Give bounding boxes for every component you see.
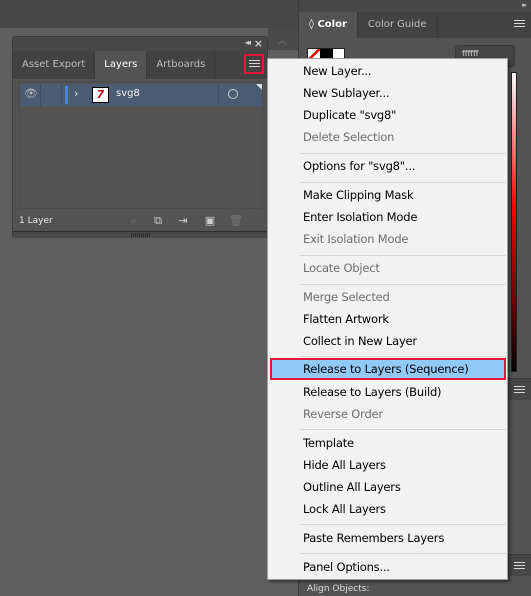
create-sublayer-icon[interactable]: ⇥ <box>176 214 190 228</box>
menu-separator <box>300 255 506 256</box>
menu-separator <box>300 429 506 430</box>
hamburger-menu-icon[interactable] <box>514 20 525 29</box>
panel-header: ▸▸ <box>299 0 531 12</box>
layers-list: 👁 › 7 svg8 <box>19 81 263 209</box>
menu-item-lock-all-layers[interactable]: Lock All Layers <box>268 498 507 520</box>
hamburger-menu-icon[interactable] <box>514 386 525 395</box>
panel-dock-collapse[interactable]: ︿ <box>268 28 298 50</box>
menu-separator <box>300 153 506 154</box>
top-bar <box>0 0 300 28</box>
menu-item-new-sublayer[interactable]: New Sublayer... <box>268 82 507 104</box>
menu-item-new-layer[interactable]: New Layer... <box>268 60 507 82</box>
layers-panel-menu: New Layer... New Sublayer... Duplicate "… <box>267 58 508 580</box>
make-clipping-mask-icon[interactable]: ⧉ <box>151 214 165 228</box>
menu-separator <box>300 284 506 285</box>
eye-icon[interactable]: 👁 <box>24 87 38 101</box>
menu-item-duplicate[interactable]: Duplicate "svg8" <box>268 104 507 126</box>
delete-icon[interactable]: 🗑 <box>229 214 243 228</box>
menu-separator <box>300 524 506 525</box>
menu-item-delete-selection[interactable]: Delete Selection <box>268 126 507 148</box>
tab-layers[interactable]: Layers <box>95 51 148 79</box>
menu-item-enter-isolation-mode[interactable]: Enter Isolation Mode <box>268 206 507 228</box>
create-layer-icon[interactable]: ▣ <box>203 214 217 228</box>
menu-item-paste-remembers-layers[interactable]: Paste Remembers Layers <box>268 527 507 549</box>
tab-label: Color <box>317 19 347 30</box>
divider <box>61 84 62 106</box>
menu-item-reverse-order[interactable]: Reverse Order <box>268 403 507 425</box>
menu-item-hide-all-layers[interactable]: Hide All Layers <box>268 454 507 476</box>
double-left-arrow-icon[interactable]: ◂◂ <box>245 38 251 47</box>
menu-item-outline-all-layers[interactable]: Outline All Layers <box>268 476 507 498</box>
layer-color-indicator <box>65 86 68 104</box>
menu-item-locate-object[interactable]: Locate Object <box>268 257 507 279</box>
layer-name[interactable]: svg8 <box>116 88 140 99</box>
layer-thumbnail: 7 <box>92 87 109 103</box>
color-spectrum[interactable] <box>511 72 517 372</box>
menu-item-collect-in-new-layer[interactable]: Collect in New Layer <box>268 330 507 352</box>
layers-panel-tabs: Asset Export Layers Artboards <box>13 51 267 79</box>
divider <box>218 84 219 106</box>
chevron-up-icon: ︿ <box>277 36 287 47</box>
menu-item-options[interactable]: Options for "svg8"... <box>268 155 507 177</box>
grip-icon <box>131 233 150 237</box>
layer-count: 1 Layer <box>19 216 53 226</box>
menu-item-exit-isolation-mode[interactable]: Exit Isolation Mode <box>268 228 507 250</box>
menu-item-merge-selected[interactable]: Merge Selected <box>268 286 507 308</box>
divider <box>40 84 41 106</box>
tab-artboards[interactable]: Artboards <box>147 51 216 79</box>
resize-handle[interactable] <box>13 231 267 238</box>
target-circle-icon[interactable] <box>228 89 238 99</box>
hamburger-menu-icon[interactable] <box>514 562 525 571</box>
tab-prefix: ◊ <box>309 19 314 30</box>
menu-item-release-to-layers-build[interactable]: Release to Layers (Build) <box>268 381 507 403</box>
close-icon[interactable]: × <box>254 37 263 50</box>
align-objects-label: Align Objects: <box>307 584 370 594</box>
chevron-right-icon[interactable]: › <box>74 87 78 100</box>
double-right-arrow-icon[interactable]: ▸▸ <box>522 1 527 9</box>
menu-item-panel-options[interactable]: Panel Options... <box>268 556 507 578</box>
layers-panel: ◂◂ × Asset Export Layers Artboards 👁 › 7… <box>12 36 268 238</box>
panel-menu-button[interactable] <box>244 54 264 74</box>
selection-corner-icon <box>256 84 262 90</box>
menu-item-template[interactable]: Template <box>268 432 507 454</box>
menu-item-flatten-artwork[interactable]: Flatten Artwork <box>268 308 507 330</box>
hamburger-menu-icon <box>249 60 260 69</box>
menu-item-make-clipping-mask[interactable]: Make Clipping Mask <box>268 184 507 206</box>
tab-asset-export[interactable]: Asset Export <box>13 51 96 79</box>
panel-footer: 1 Layer ⌕ ⧉ ⇥ ▣ 🗑 <box>13 211 267 231</box>
tab-color-guide[interactable]: Color Guide <box>358 12 438 38</box>
layer-row[interactable]: 👁 › 7 svg8 <box>20 84 262 106</box>
menu-separator <box>300 182 506 183</box>
menu-separator <box>300 356 506 357</box>
panel-header: ◂◂ × <box>13 37 267 51</box>
menu-item-release-to-layers-sequence[interactable]: Release to Layers (Sequence) <box>270 358 506 380</box>
tab-color[interactable]: ◊ Color <box>299 12 358 38</box>
color-panel-tabs: ◊ Color Color Guide <box>299 12 531 38</box>
menu-separator <box>300 553 506 554</box>
locate-object-icon[interactable]: ⌕ <box>127 214 141 228</box>
